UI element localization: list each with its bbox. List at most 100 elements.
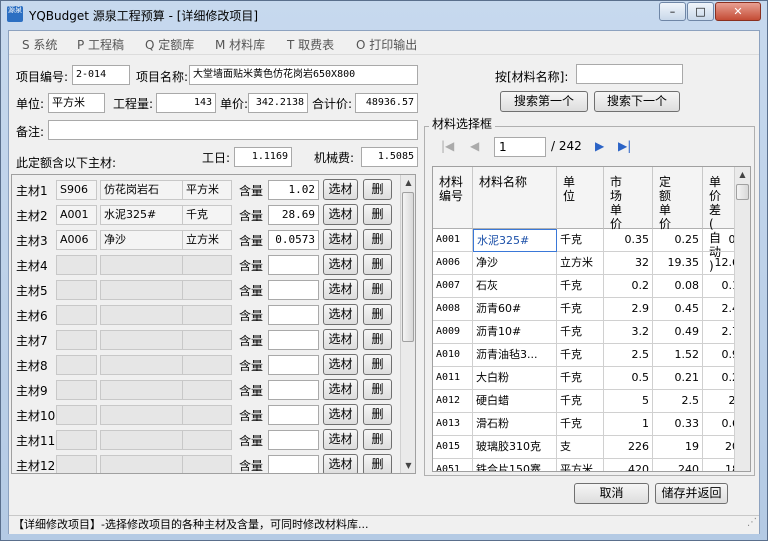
material-code-field[interactable]: A001 [56, 205, 97, 225]
grid-cell[interactable]: A007 [433, 275, 473, 298]
grid-cell[interactable]: 大白粉 [473, 367, 557, 390]
grid-cell[interactable]: 滑石粉 [473, 413, 557, 436]
material-code-field[interactable] [56, 405, 97, 425]
grid-cell[interactable]: 沥青10# [473, 321, 557, 344]
grid-cell[interactable]: 2.5 [653, 390, 703, 413]
material-code-field[interactable] [56, 255, 97, 275]
grid-row[interactable]: A013滑石粉千克10.330.67 [433, 413, 750, 436]
item-no-field[interactable]: 2-014 [72, 65, 130, 85]
material-qty-field[interactable] [268, 430, 319, 450]
grid-row[interactable]: A007石灰千克0.20.080.12 [433, 275, 750, 298]
delete-material-button[interactable]: 删 [363, 254, 392, 275]
select-material-button[interactable]: 选材 [323, 254, 358, 275]
unit-field[interactable]: 平方米 [48, 93, 105, 113]
grid-row[interactable]: A011大白粉千克0.50.210.29 [433, 367, 750, 390]
menu-quota[interactable]: Q 定额库 [145, 36, 194, 53]
grid-scrollbar[interactable]: ▲ [734, 167, 750, 471]
material-code-field[interactable] [56, 355, 97, 375]
grid-cell[interactable]: 千克 [557, 298, 604, 321]
resize-grip-icon[interactable]: ⋰ [747, 514, 757, 532]
grid-cell[interactable]: 千克 [557, 344, 604, 367]
labor-field[interactable]: 1.1169 [234, 147, 292, 167]
search-first-button[interactable]: 搜索第一个 [500, 91, 588, 112]
material-qty-field[interactable]: 28.69 [268, 205, 319, 225]
grid-cell[interactable]: 0.49 [653, 321, 703, 344]
search-next-button[interactable]: 搜索下一个 [594, 91, 680, 112]
material-qty-field[interactable] [268, 380, 319, 400]
page-number-input[interactable]: 1 [494, 137, 546, 157]
minimize-button[interactable]: – [659, 2, 686, 21]
delete-material-button[interactable]: 删 [363, 354, 392, 375]
search-input[interactable] [576, 64, 683, 84]
material-name-field[interactable] [100, 455, 188, 473]
material-unit-field[interactable]: 立方米 [182, 230, 232, 250]
next-page-icon[interactable]: ▶ [595, 139, 604, 153]
material-name-field[interactable] [100, 305, 188, 325]
grid-cell[interactable]: A011 [433, 367, 473, 390]
select-material-button[interactable]: 选材 [323, 329, 358, 350]
grid-cell[interactable]: A051 [433, 459, 473, 471]
grid-cell[interactable]: A009 [433, 321, 473, 344]
grid-row[interactable]: A010沥青油毡3...千克2.51.520.98 [433, 344, 750, 367]
materials-scrollbar[interactable]: ▲ ▼ [400, 175, 415, 473]
scroll-down-icon[interactable]: ▼ [401, 458, 415, 473]
grid-cell[interactable]: 1 [604, 413, 653, 436]
grid-cell[interactable]: 千克 [557, 229, 604, 252]
menu-print[interactable]: O 打印输出 [356, 36, 417, 53]
delete-material-button[interactable]: 删 [363, 229, 392, 250]
grid-cell[interactable]: 千克 [557, 390, 604, 413]
select-material-button[interactable]: 选材 [323, 304, 358, 325]
grid-cell[interactable]: 0.08 [653, 275, 703, 298]
menu-materials[interactable]: M 材料库 [215, 36, 265, 53]
grid-cell[interactable]: 立方米 [557, 252, 604, 275]
cancel-button[interactable]: 取消 [574, 483, 649, 504]
delete-material-button[interactable]: 删 [363, 429, 392, 450]
material-code-field[interactable] [56, 455, 97, 473]
material-unit-field[interactable] [182, 455, 232, 473]
delete-material-button[interactable]: 删 [363, 329, 392, 350]
material-name-field[interactable] [100, 355, 188, 375]
scroll-up-icon[interactable]: ▲ [401, 175, 415, 190]
material-qty-field[interactable] [268, 455, 319, 473]
grid-cell[interactable]: 19.35 [653, 252, 703, 275]
close-button[interactable]: ✕ [715, 2, 761, 21]
grid-row[interactable]: A006 净沙 立方米 32 19.35 12.65 [433, 252, 750, 275]
grid-cell[interactable]: A006 [433, 252, 473, 275]
grid-cell[interactable]: 2.9 [604, 298, 653, 321]
grid-cell[interactable]: 千克 [557, 367, 604, 390]
grid-cell[interactable]: 净沙 [473, 252, 557, 275]
grid-cell[interactable]: 铁合片150寨 [473, 459, 557, 471]
material-qty-field[interactable] [268, 305, 319, 325]
select-material-button[interactable]: 选材 [323, 379, 358, 400]
grid-cell[interactable]: 硬白蜡 [473, 390, 557, 413]
material-code-field[interactable]: A006 [56, 230, 97, 250]
material-qty-field[interactable]: 1.02 [268, 180, 319, 200]
material-qty-field[interactable] [268, 280, 319, 300]
grid-cell[interactable]: 3.2 [604, 321, 653, 344]
grid-cell[interactable]: 226 [604, 436, 653, 459]
mech-field[interactable]: 1.5085 [361, 147, 418, 167]
material-qty-field[interactable]: 0.0573 [268, 230, 319, 250]
menu-system[interactable]: S 系统 [22, 36, 57, 53]
select-material-button[interactable]: 选材 [323, 279, 358, 300]
material-qty-field[interactable] [268, 255, 319, 275]
last-page-icon[interactable]: ▶| [618, 139, 631, 153]
grid-row[interactable]: A051铁合片150寨平方米420240180 [433, 459, 750, 471]
delete-material-button[interactable]: 删 [363, 204, 392, 225]
grid-cell[interactable]: 1.52 [653, 344, 703, 367]
grid-header-cell[interactable]: 定 额 单 价 [653, 167, 703, 231]
material-qty-field[interactable] [268, 330, 319, 350]
grid-cell[interactable]: 420 [604, 459, 653, 471]
material-unit-field[interactable] [182, 255, 232, 275]
note-field[interactable] [48, 120, 418, 140]
save-return-button[interactable]: 储存并返回 [655, 483, 728, 504]
material-unit-field[interactable] [182, 380, 232, 400]
delete-material-button[interactable]: 删 [363, 404, 392, 425]
grid-cell[interactable]: 0.35 [604, 229, 653, 252]
grid-cell[interactable]: A013 [433, 413, 473, 436]
first-page-icon[interactable]: |◀ [441, 139, 454, 153]
delete-material-button[interactable]: 删 [363, 279, 392, 300]
prev-page-icon[interactable]: ◀ [470, 139, 479, 153]
grid-cell[interactable]: 0.2 [604, 275, 653, 298]
item-name-field[interactable]: 大堂墙面贴米黄色仿花岗岩650X800 [189, 65, 418, 85]
